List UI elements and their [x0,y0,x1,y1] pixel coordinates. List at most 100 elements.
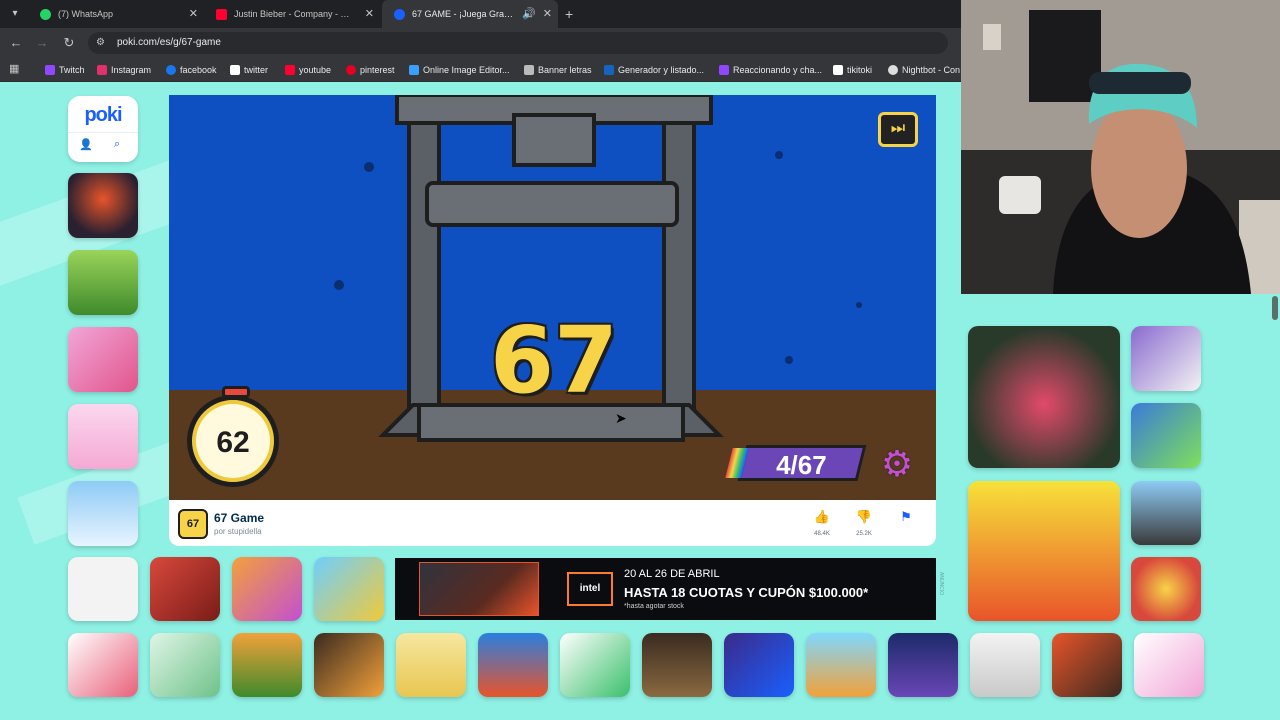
game-title: 67 Game [214,511,265,525]
reload-icon[interactable]: ↻ [61,35,77,51]
skip-level-button[interactable]: ⏭ [878,112,918,147]
game-thumbnail[interactable] [1134,633,1204,697]
game-thumbnail[interactable] [68,327,138,392]
tab-youtube[interactable]: Justin Bieber - Company - YouTube ✕ [204,0,380,28]
like-button[interactable]: 👍 [807,509,837,525]
search-icon[interactable]: ⌕ [114,138,120,151]
ad-banner[interactable]: intel 20 AL 26 DE ABRIL HASTA 18 CUOTAS … [395,558,936,620]
ad-label: ANUNCIO [938,572,944,596]
game-thumbnail[interactable] [1131,481,1201,545]
pinterest-icon [346,65,356,75]
address-bar[interactable]: ⚙ poki.com/es/g/67-game [88,32,948,54]
game-thumbnail[interactable] [642,633,712,697]
game-thumbnail[interactable] [888,633,958,697]
tab-67-game[interactable]: 67 GAME - ¡Juega Gratis Online! 🔊 ✕ [382,0,558,28]
game-thumbnail[interactable] [968,326,1120,468]
youtube-icon [216,9,227,20]
game-thumbnail[interactable] [1131,326,1201,391]
site-info-icon[interactable]: ⚙ [96,37,105,48]
game-thumbnail[interactable] [68,557,138,621]
game-thumbnail[interactable] [968,481,1120,621]
game-thumbnail[interactable] [970,633,1040,697]
tab-search-icon[interactable]: ▾ [6,5,24,23]
youtube-icon [285,65,295,75]
bookmark-instagram[interactable]: Instagram [97,58,151,82]
game-thumbnail[interactable] [314,633,384,697]
scrollbar-thumb[interactable] [1272,296,1278,320]
bookmark-youtube[interactable]: youtube [285,58,331,82]
bookmark-banner-letras[interactable]: Banner letras [524,58,592,82]
game-thumbnail[interactable] [68,173,138,238]
new-tab-button[interactable]: + [565,0,573,28]
bookmark-nightbot[interactable]: Nightbot - Con [888,58,960,82]
game-thumbnail[interactable] [68,404,138,469]
game-thumbnail[interactable] [560,633,630,697]
close-icon[interactable]: ✕ [365,0,374,28]
game-thumbnail[interactable] [68,481,138,546]
game-icon: 67 [178,509,208,539]
game-author: por stupidella [214,527,262,536]
bookmark-tikitoki[interactable]: tikitoki [833,58,872,82]
twitch-icon [45,65,55,75]
bookmark-label: Banner letras [538,65,592,75]
poki-logo[interactable]: poki 👤 ⌕ [68,96,138,162]
game-thumbnail[interactable] [806,633,876,697]
game-thumbnail[interactable] [150,557,220,621]
game-thumbnail[interactable] [724,633,794,697]
bookmark-label: tikitoki [847,65,873,75]
tab-whatsapp[interactable]: (7) WhatsApp ✕ [28,0,204,28]
bookmark-twitch[interactable]: Twitch [45,58,85,82]
tab-bar: ▾ (7) WhatsApp ✕ Justin Bieber - Company… [0,0,961,28]
game-thumbnail[interactable] [396,633,466,697]
game-thumbnail[interactable] [68,633,138,697]
ad-dates: 20 AL 26 DE ABRIL [624,568,720,580]
bookmark-label: facebook [180,65,217,75]
page-scrollbar[interactable] [1270,294,1280,720]
poki-favicon-icon [394,9,405,20]
back-icon[interactable]: ← [8,35,24,51]
game-thumbnail[interactable] [1131,403,1201,468]
bookmark-label: Nightbot - Con [902,65,960,75]
webcam-image [961,0,1280,294]
nightbot-icon [888,65,898,75]
bookmark-label: Online Image Editor... [423,65,510,75]
bookmark-label: Reaccionando y cha... [733,65,823,75]
twitch-icon [719,65,729,75]
game-thumbnail[interactable] [232,557,302,621]
report-flag-icon[interactable]: ⚑ [891,509,921,525]
generator-icon [604,65,614,75]
tab-label: Justin Bieber - Company - YouTube [234,9,352,19]
forward-icon[interactable]: → [34,35,50,51]
bookmark-generador[interactable]: Generador y listado... [604,58,704,82]
game-thumbnail[interactable] [68,250,138,315]
tab-label: 67 GAME - ¡Juega Gratis Online! [412,9,514,19]
bookmark-online-image-editor[interactable]: Online Image Editor... [409,58,510,82]
settings-gear-icon[interactable]: ⚙ [878,445,916,483]
game-thumbnail[interactable] [314,557,384,621]
game-thumbnail[interactable] [232,633,302,697]
game-thumbnail[interactable] [478,633,548,697]
bookmark-label: twitter [244,65,269,75]
bookmark-reaccionando[interactable]: Reaccionando y cha... [719,58,822,82]
timer-clock: 62 [187,386,279,487]
bookmark-pinterest[interactable]: pinterest [346,58,395,82]
user-icon[interactable]: 👤 [79,138,93,151]
bookmark-facebook[interactable]: facebook [166,58,217,82]
game-canvas[interactable]: 67 ⏭ 62 4/67 ⚙ ➤ [169,95,936,500]
url-text: poki.com/es/g/67-game [117,37,221,48]
tab-label: (7) WhatsApp [58,9,114,19]
press-scene [169,95,936,500]
banner-icon [524,65,534,75]
facebook-icon [166,65,176,75]
progress-counter: 4/67 [725,445,867,481]
bookmark-twitter[interactable]: twitter [230,58,268,82]
close-icon[interactable]: ✕ [543,0,552,28]
game-thumbnail[interactable] [150,633,220,697]
dislike-button[interactable]: 👎 [849,509,879,525]
webcam-overlay [961,0,1280,294]
apps-grid-icon[interactable]: ▦ [9,63,21,75]
game-thumbnail[interactable] [1052,633,1122,697]
speaker-icon[interactable]: 🔊 [522,0,536,28]
close-icon[interactable]: ✕ [189,0,198,28]
game-thumbnail[interactable] [1131,557,1201,621]
